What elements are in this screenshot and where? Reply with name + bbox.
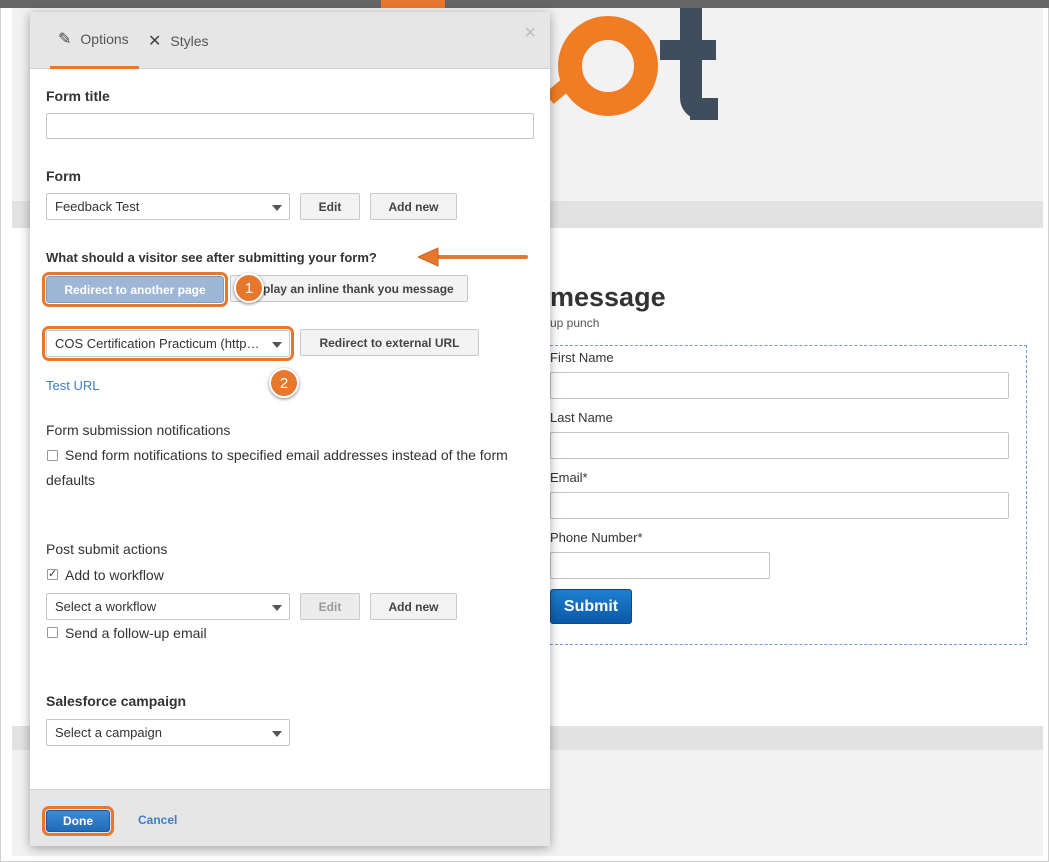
add-to-workflow-checkbox[interactable]: ✓ bbox=[47, 569, 58, 580]
first-name-label: First Name bbox=[550, 350, 614, 365]
campaign-select-placeholder: Select a campaign bbox=[55, 725, 162, 740]
form-select[interactable]: Feedback Test bbox=[46, 193, 290, 220]
browser-top-bar bbox=[0, 0, 1049, 8]
pencil-icon: ✎ bbox=[58, 31, 72, 48]
salesforce-campaign-label: Salesforce campaign bbox=[46, 693, 187, 709]
tab-styles[interactable]: ✕ Styles bbox=[148, 12, 209, 69]
redirect-external-url-button[interactable]: Redirect to external URL bbox=[300, 329, 479, 356]
form-options-modal: ✎ Options ✕ Styles × Form title Form Fee… bbox=[30, 12, 550, 846]
form-title-input[interactable] bbox=[46, 113, 534, 139]
form-label: Form bbox=[46, 168, 81, 184]
chevron-down-icon bbox=[272, 605, 282, 611]
redirect-to-page-button[interactable]: Redirect to another page bbox=[42, 272, 228, 307]
callout-arrow-icon bbox=[418, 247, 528, 267]
close-icon[interactable]: × bbox=[524, 22, 536, 45]
tab-options[interactable]: ✎ Options bbox=[50, 12, 139, 69]
post-submit-label: Post submit actions bbox=[46, 541, 168, 557]
email-input[interactable] bbox=[550, 492, 1009, 519]
visitor-question-label: What should a visitor see after submitti… bbox=[46, 250, 377, 265]
modal-footer: Done Cancel bbox=[30, 789, 550, 846]
add-to-workflow-label: Add to workflow bbox=[65, 567, 164, 583]
first-name-input[interactable] bbox=[550, 372, 1009, 399]
form-select-value: Feedback Test bbox=[55, 199, 140, 214]
logo-letter-t-bar bbox=[660, 40, 716, 60]
callout-badge-2: 2 bbox=[269, 368, 299, 398]
workflow-select-placeholder: Select a workflow bbox=[55, 599, 157, 614]
test-url-link[interactable]: Test URL bbox=[46, 378, 99, 393]
workflow-select[interactable]: Select a workflow bbox=[46, 593, 290, 620]
background-submit-button[interactable]: Submit bbox=[550, 589, 632, 624]
phone-number-input[interactable] bbox=[550, 552, 770, 579]
notifications-checkbox-label: Send form notifications to specified ema… bbox=[46, 447, 508, 488]
redirect-page-select-value: COS Certification Practicum (http… bbox=[55, 336, 260, 351]
redirect-page-select[interactable]: COS Certification Practicum (http… bbox=[42, 326, 294, 361]
done-button[interactable]: Done bbox=[42, 806, 114, 836]
last-name-input[interactable] bbox=[550, 432, 1009, 459]
tab-styles-label: Styles bbox=[170, 32, 209, 49]
followup-email-checkbox[interactable] bbox=[47, 627, 58, 638]
logo-sprocket-icon bbox=[558, 16, 658, 116]
form-add-new-button[interactable]: Add new bbox=[370, 193, 457, 220]
background-subheading: up punch bbox=[550, 316, 600, 330]
notifications-label: Form submission notifications bbox=[46, 422, 231, 438]
logo-letter-t-foot bbox=[690, 98, 718, 120]
last-name-label: Last Name bbox=[550, 410, 613, 425]
modal-header: ✎ Options ✕ Styles × bbox=[30, 12, 550, 69]
workflow-add-new-button[interactable]: Add new bbox=[370, 593, 457, 620]
chevron-down-icon bbox=[272, 342, 282, 348]
chevron-down-icon bbox=[272, 731, 282, 737]
callout-badge-1: 1 bbox=[234, 273, 264, 303]
form-edit-button[interactable]: Edit bbox=[300, 193, 360, 220]
phone-number-label: Phone Number* bbox=[550, 530, 643, 545]
tab-options-label: Options bbox=[80, 31, 129, 47]
chevron-down-icon bbox=[272, 205, 282, 211]
scissors-icon: ✕ bbox=[148, 32, 162, 50]
background-heading: message bbox=[550, 282, 666, 312]
workflow-edit-button[interactable]: Edit bbox=[300, 593, 360, 620]
email-label: Email* bbox=[550, 470, 588, 485]
inline-thank-you-button[interactable]: Display an inline thank you message bbox=[230, 275, 468, 302]
form-title-label: Form title bbox=[46, 88, 110, 104]
cancel-button[interactable]: Cancel bbox=[138, 813, 177, 827]
top-bar-accent bbox=[381, 0, 445, 8]
campaign-select[interactable]: Select a campaign bbox=[46, 719, 290, 746]
followup-email-label: Send a follow-up email bbox=[65, 625, 207, 641]
